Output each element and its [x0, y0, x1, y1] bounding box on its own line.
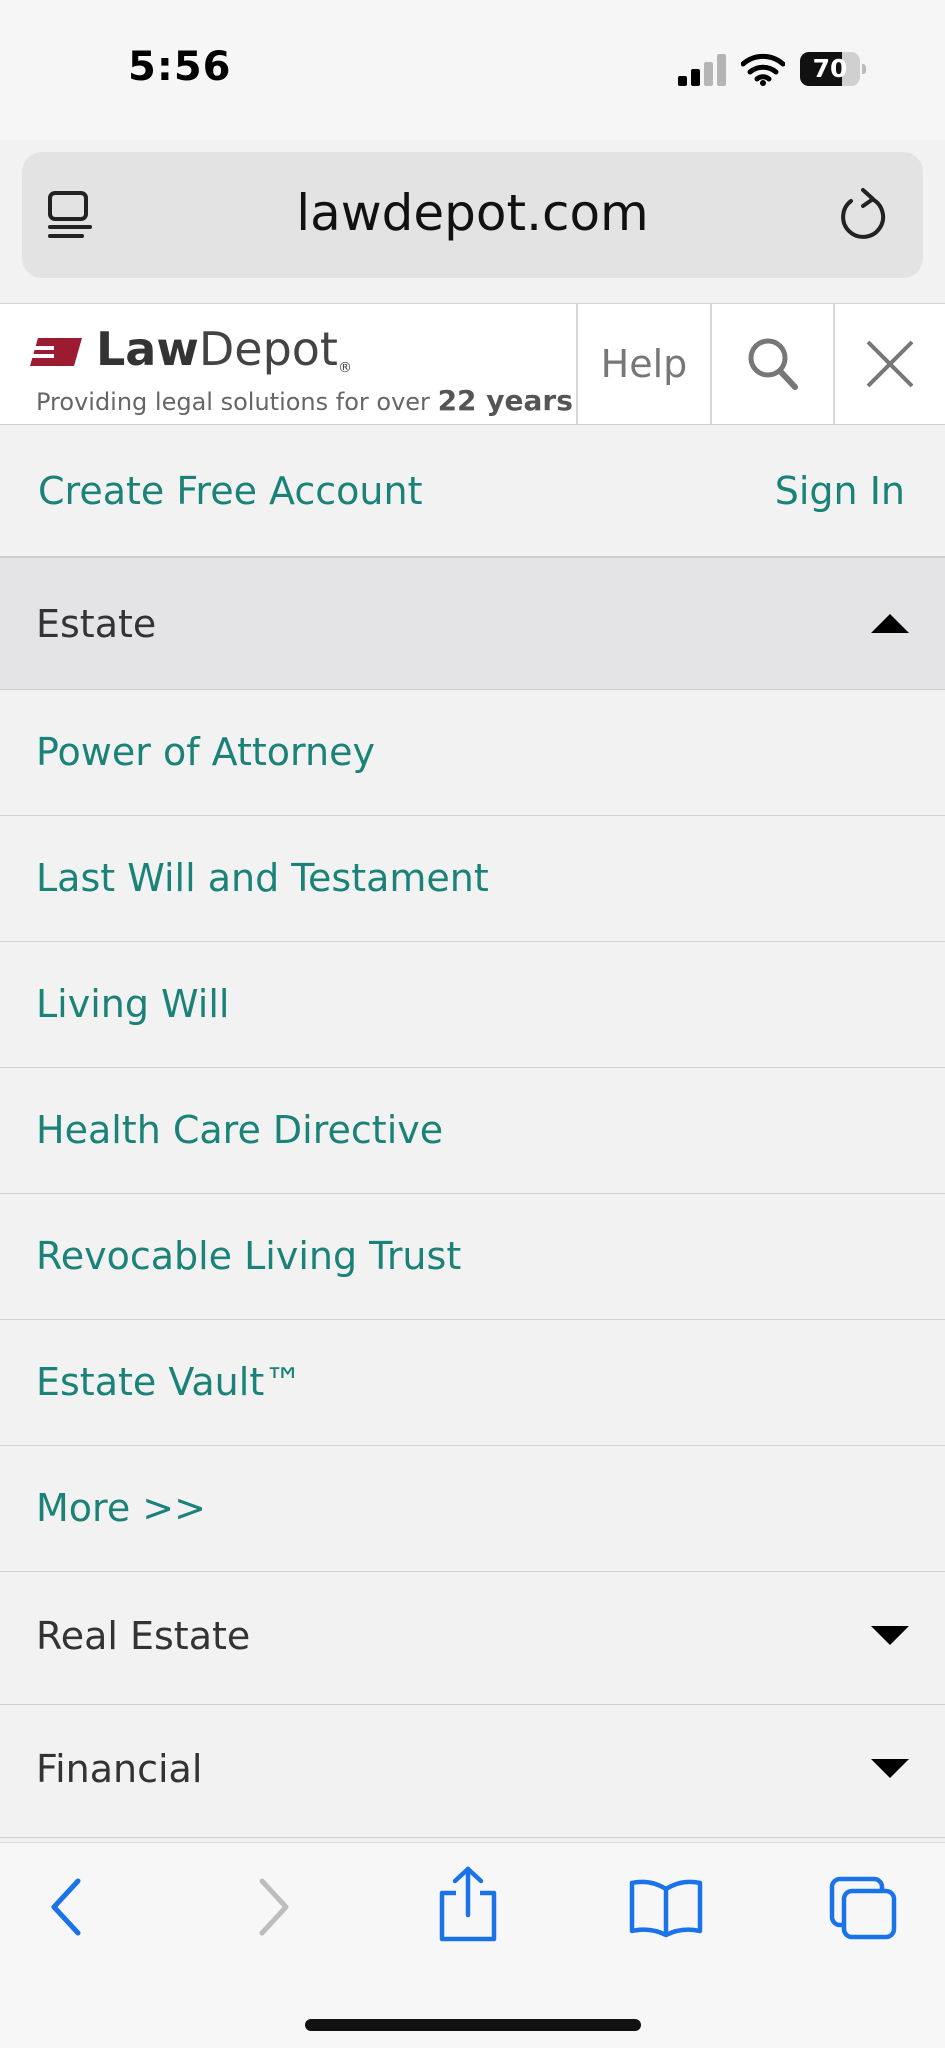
close-icon: [866, 340, 914, 388]
url-text[interactable]: lawdepot.com: [22, 184, 923, 242]
forward-icon[interactable]: [250, 1873, 296, 1941]
lawdepot-logo-icon[interactable]: [24, 334, 84, 370]
home-indicator[interactable]: [305, 2019, 641, 2031]
menu-item-living-will[interactable]: Living Will: [0, 942, 945, 1068]
help-button[interactable]: Help: [576, 304, 710, 424]
account-row: Create Free Account Sign In: [0, 425, 945, 558]
wifi-icon: [741, 53, 785, 86]
create-account-link[interactable]: Create Free Account: [38, 469, 423, 513]
search-button[interactable]: [710, 304, 833, 424]
battery-icon: 70: [800, 52, 866, 86]
reload-icon[interactable]: [837, 186, 891, 244]
share-icon[interactable]: [436, 1865, 500, 1943]
sign-in-link[interactable]: Sign In: [775, 469, 905, 513]
site-header: LawDepot® Providing legal solutions for …: [0, 303, 945, 425]
menu-section-financial[interactable]: Financial: [0, 1705, 945, 1838]
brand-name[interactable]: LawDepot®: [96, 322, 352, 376]
tabs-icon[interactable]: [828, 1875, 900, 1943]
caret-down-icon: [871, 1626, 909, 1645]
caret-up-icon: [871, 614, 909, 633]
battery-level: 70: [812, 54, 848, 83]
section-label: Real Estate: [36, 1614, 251, 1658]
cellular-signal-icon: [678, 54, 726, 86]
menu-section-estate[interactable]: Estate: [0, 558, 945, 690]
section-label: Financial: [36, 1747, 203, 1791]
menu-item-power-of-attorney[interactable]: Power of Attorney: [0, 690, 945, 816]
menu-item-estate-vault[interactable]: Estate Vault™: [0, 1320, 945, 1446]
section-label: Estate: [36, 602, 157, 646]
status-bar: 5:56 70: [0, 0, 945, 140]
search-icon: [748, 338, 798, 390]
close-menu-button[interactable]: [833, 304, 945, 424]
status-time: 5:56: [128, 44, 232, 90]
caret-down-icon: [871, 1759, 909, 1778]
tagline: Providing legal solutions for over 22 ye…: [36, 384, 573, 417]
menu-item-health-care-directive[interactable]: Health Care Directive: [0, 1068, 945, 1194]
menu-item-revocable-living-trust[interactable]: Revocable Living Trust: [0, 1194, 945, 1320]
address-bar[interactable]: lawdepot.com: [22, 152, 923, 278]
menu-item-last-will[interactable]: Last Will and Testament: [0, 816, 945, 942]
menu-section-real-estate[interactable]: Real Estate: [0, 1572, 945, 1705]
browser-toolbar: [0, 1842, 945, 2048]
back-icon[interactable]: [44, 1873, 90, 1941]
bookmarks-icon[interactable]: [628, 1877, 704, 1939]
menu-item-more[interactable]: More >>: [0, 1446, 945, 1572]
